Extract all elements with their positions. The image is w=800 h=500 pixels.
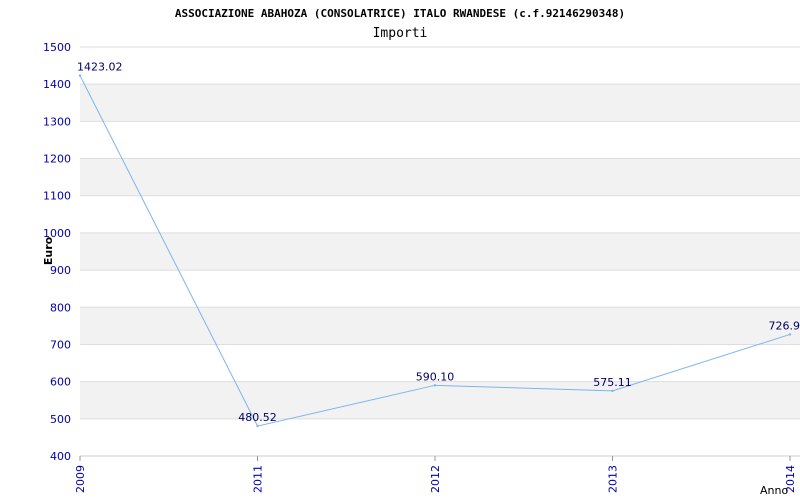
plot-band bbox=[80, 232, 800, 271]
y-tick-label: 1100 bbox=[43, 190, 71, 203]
plot-band bbox=[80, 381, 800, 419]
data-point bbox=[78, 74, 82, 77]
x-axis-label: Anno bbox=[760, 484, 788, 497]
data-point bbox=[788, 333, 792, 336]
chart-title: ASSOCIAZIONE ABAHOZA (CONSOLATRICE) ITAL… bbox=[175, 7, 625, 20]
plot-band bbox=[80, 158, 800, 196]
x-tick-label: 2013 bbox=[607, 465, 620, 493]
y-tick-label: 500 bbox=[50, 413, 71, 426]
data-label: 590.10 bbox=[416, 370, 455, 383]
line-chart: 4005006007008009001000110012001300140015… bbox=[42, 7, 800, 497]
chart-subtitle: Importi bbox=[373, 26, 428, 41]
y-tick-label: 1300 bbox=[43, 115, 71, 128]
y-axis-label: Euro bbox=[42, 236, 55, 265]
y-tick-label: 1200 bbox=[43, 153, 71, 166]
data-point bbox=[611, 389, 614, 393]
data-label: 726.9 bbox=[769, 319, 800, 332]
x-tick-label: 2009 bbox=[74, 465, 87, 493]
plot-bands bbox=[80, 84, 800, 419]
data-point bbox=[256, 424, 259, 428]
y-tick-label: 600 bbox=[50, 376, 71, 389]
x-tick-label: 2011 bbox=[252, 465, 265, 493]
data-point bbox=[433, 384, 437, 387]
data-label: 575.11 bbox=[593, 376, 632, 389]
plot-band bbox=[80, 84, 800, 122]
x-axis-ticks: 2009 2011 2012 2013 2014 bbox=[74, 456, 797, 493]
x-tick-label: 2012 bbox=[429, 465, 442, 493]
y-tick-label: 400 bbox=[50, 450, 71, 463]
data-label: 480.52 bbox=[238, 411, 277, 424]
plot-band bbox=[80, 307, 800, 345]
y-tick-label: 800 bbox=[50, 301, 71, 314]
y-tick-label: 1400 bbox=[43, 78, 71, 91]
data-label: 1423.02 bbox=[77, 61, 123, 74]
y-tick-label: 700 bbox=[50, 338, 71, 351]
y-tick-label: 1500 bbox=[43, 41, 71, 54]
